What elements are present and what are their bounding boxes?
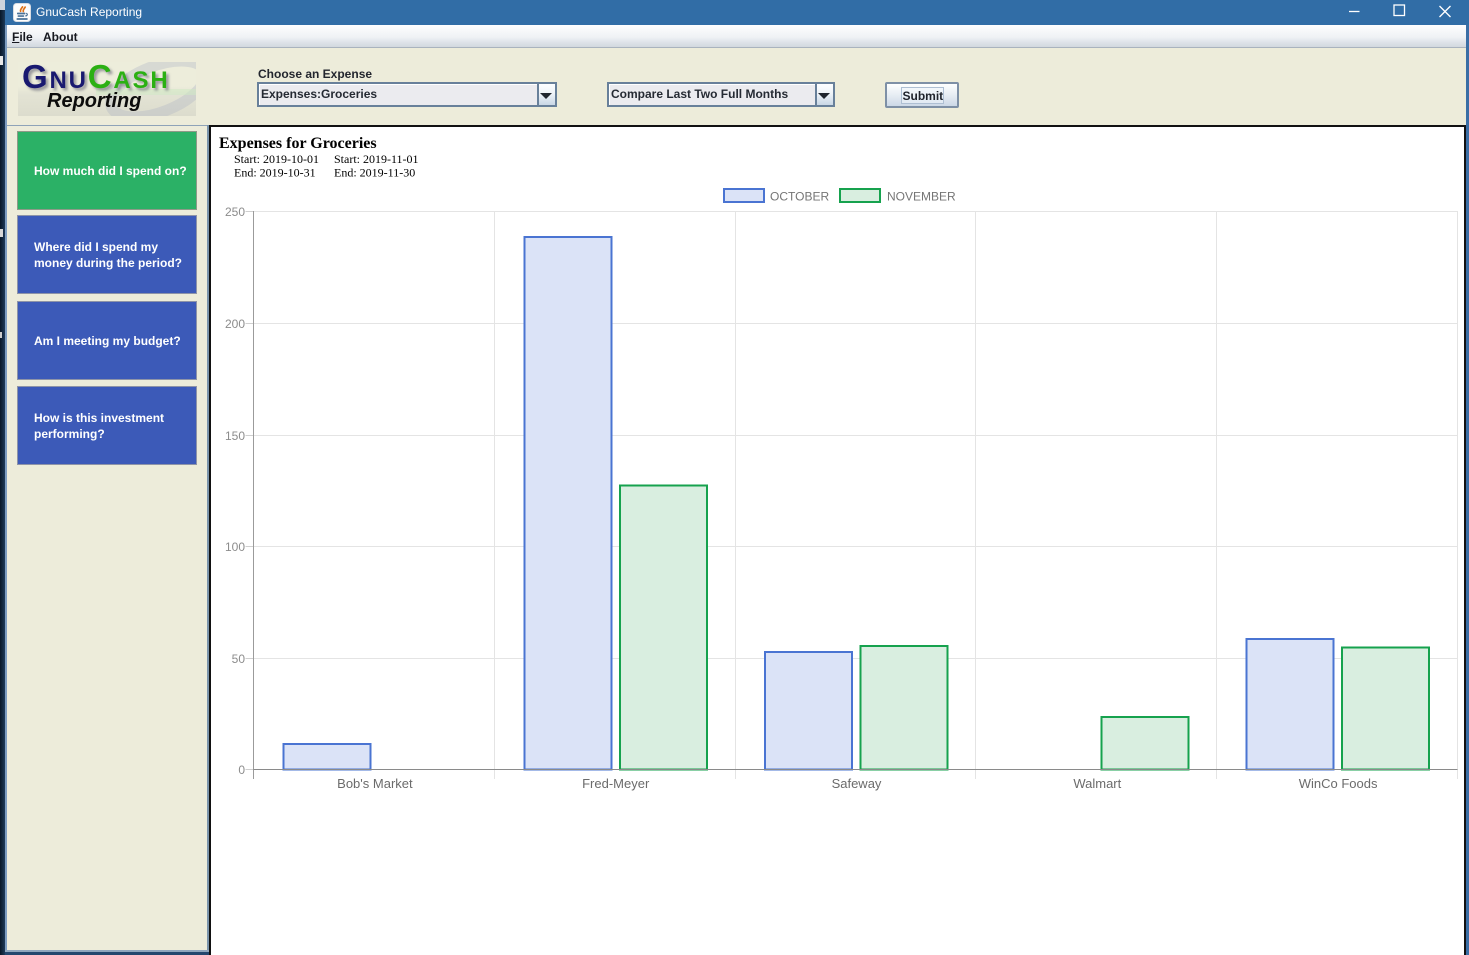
svg-text:Fred-Meyer: Fred-Meyer [582,776,650,791]
svg-text:150: 150 [225,429,245,443]
svg-text:50: 50 [232,652,246,666]
svg-text:Safeway: Safeway [832,776,882,791]
svg-text:End: 2019-10-31: End: 2019-10-31 [234,166,316,180]
svg-text:Start: 2019-10-01: Start: 2019-10-01 [234,152,319,166]
svg-text:OCTOBER: OCTOBER [770,190,829,204]
svg-text:Walmart: Walmart [1073,776,1121,791]
svg-text:NOVEMBER: NOVEMBER [887,190,956,204]
svg-text:End: 2019-11-30: End: 2019-11-30 [334,166,415,180]
svg-text:0: 0 [238,763,245,777]
svg-text:200: 200 [225,317,245,331]
svg-text:Start: 2019-11-01: Start: 2019-11-01 [334,152,419,166]
svg-text:250: 250 [225,205,245,219]
svg-text:Bob's Market: Bob's Market [337,776,413,791]
svg-text:WinCo Foods: WinCo Foods [1299,776,1378,791]
svg-text:Expenses for Groceries: Expenses for Groceries [219,135,377,152]
svg-text:100: 100 [225,540,245,554]
